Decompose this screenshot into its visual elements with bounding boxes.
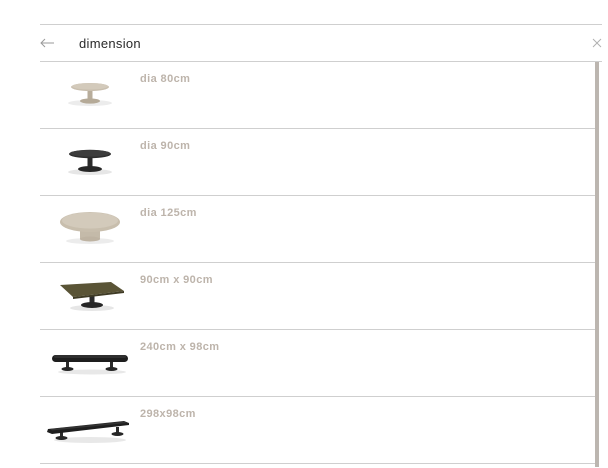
dimension-option-dia-80[interactable]: dia 80cm: [40, 62, 596, 129]
close-button[interactable]: [592, 36, 602, 50]
dimension-label: dia 125cm: [140, 207, 197, 219]
long-oval-table-angled-image: [40, 397, 136, 463]
dimension-label: 240cm x 98cm: [140, 341, 220, 353]
square-table-image: [40, 263, 136, 329]
small-round-table-image: [40, 62, 136, 128]
back-button[interactable]: [40, 35, 54, 51]
dimension-label: dia 90cm: [140, 140, 191, 152]
dimension-option-90x90[interactable]: 90cm x 90cm: [40, 263, 596, 330]
dimension-label: 298x98cm: [140, 408, 196, 420]
round-table-image: [40, 129, 136, 195]
dimension-option-dia-90[interactable]: dia 90cm: [40, 129, 596, 196]
dimension-label: 90cm x 90cm: [140, 274, 213, 286]
long-oval-table-image: [40, 330, 136, 396]
dimension-panel: dimension dia 80cm dia 90cm dia 125cm 90…: [40, 24, 602, 467]
large-round-table-image: [40, 196, 136, 262]
arrow-left-icon: [40, 38, 54, 48]
scrollbar[interactable]: [595, 62, 599, 467]
panel-title: dimension: [79, 36, 141, 51]
dimension-option-298x98[interactable]: 298x98cm: [40, 397, 596, 464]
dimension-option-dia-125[interactable]: dia 125cm: [40, 196, 596, 263]
dimension-list: dia 80cm dia 90cm dia 125cm 90cm x 90cm …: [40, 62, 596, 464]
panel-header: dimension: [40, 24, 602, 62]
dimension-option-240x98[interactable]: 240cm x 98cm: [40, 330, 596, 397]
close-icon: [592, 38, 602, 48]
dimension-label: dia 80cm: [140, 73, 191, 85]
